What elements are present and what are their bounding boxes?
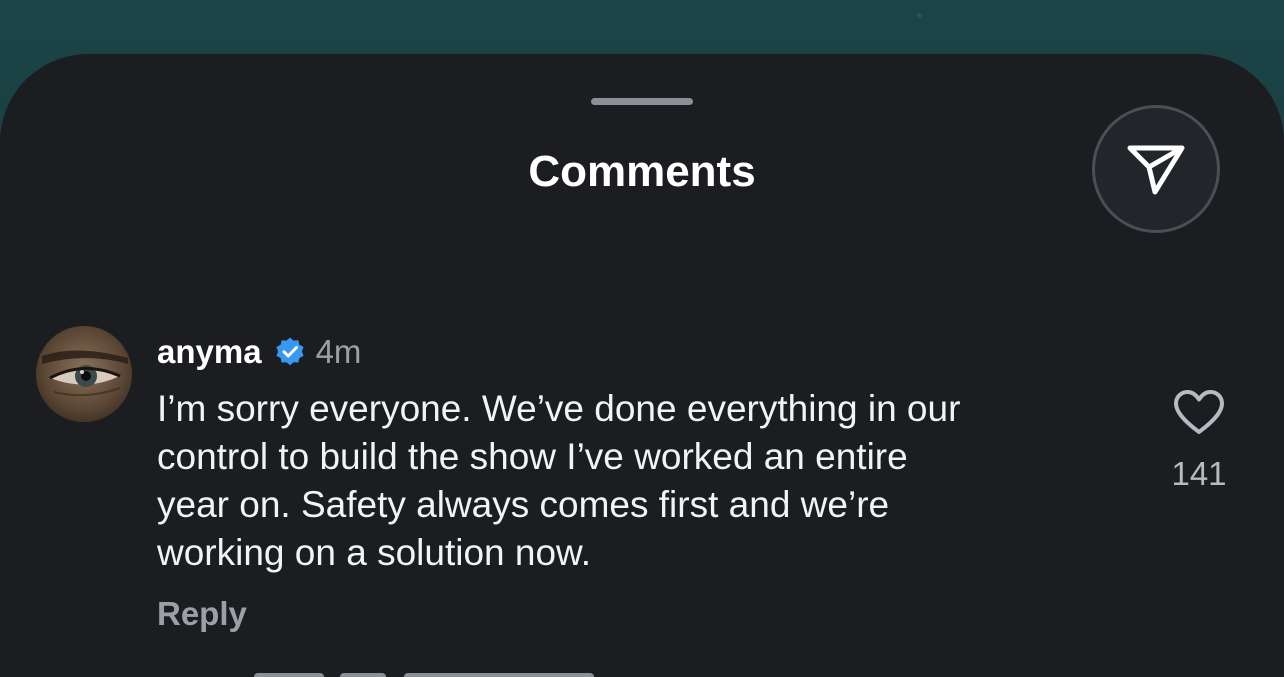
comment-username[interactable]: anyma xyxy=(157,330,262,374)
sheet-grabber[interactable] xyxy=(591,98,693,105)
like-button[interactable] xyxy=(1172,388,1226,436)
background-decoration xyxy=(917,13,922,18)
comment-header: anyma 4m xyxy=(157,330,361,374)
avatar-image xyxy=(36,326,132,422)
view-replies-link-partial[interactable] xyxy=(254,667,594,677)
paper-plane-icon xyxy=(1127,145,1185,195)
heart-outline-icon xyxy=(1174,390,1224,434)
comments-sheet: Comments anyma 4m I’m sorry everyone. We… xyxy=(0,54,1284,677)
share-button[interactable] xyxy=(1092,105,1220,233)
comment-timestamp: 4m xyxy=(315,333,362,370)
comment-text: I’m sorry everyone. We’ve done everythin… xyxy=(157,388,961,573)
verified-badge-icon xyxy=(275,337,304,366)
avatar[interactable] xyxy=(36,326,132,422)
like-count: 141 xyxy=(1171,455,1227,492)
reply-button[interactable]: Reply xyxy=(157,592,247,636)
